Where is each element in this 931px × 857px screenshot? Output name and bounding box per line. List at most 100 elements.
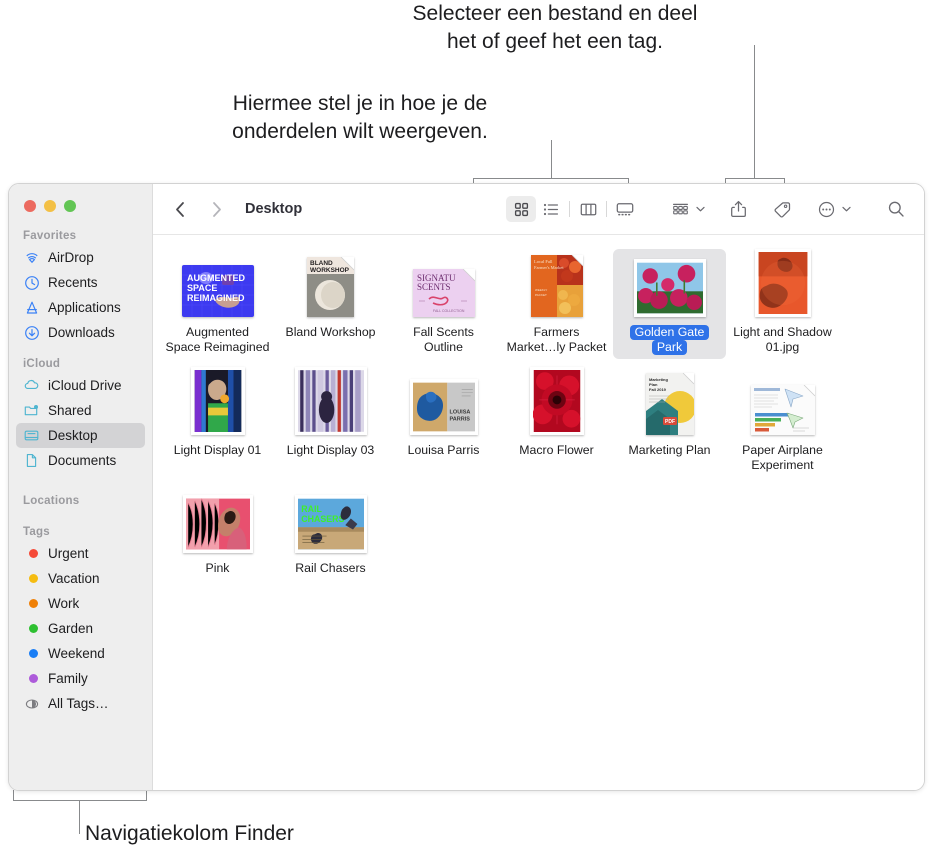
sidebar-item-label: Applications — [48, 300, 121, 315]
sidebar-item-documents[interactable]: Documents — [16, 448, 145, 473]
file-item-augmented-space-reimagined[interactable]: AUGMENTED SPACE REIMAGINED Augmented Space… — [161, 249, 274, 359]
more-actions-button[interactable] — [812, 196, 840, 222]
file-name-line: Macro Flower — [519, 443, 593, 458]
pink-thumbnail — [182, 495, 253, 553]
file-item-light-display-03[interactable]: Light Display 03 — [274, 367, 387, 477]
sidebar-item-tag-urgent[interactable]: Urgent — [16, 541, 145, 566]
sidebar-item-desktop[interactable]: Desktop — [16, 423, 145, 448]
svg-text:SPACE: SPACE — [187, 283, 217, 293]
sidebar-section-locations: Locations — [9, 495, 152, 510]
file-label: Macro Flower — [519, 443, 593, 458]
sidebar-item-tag-vacation[interactable]: Vacation — [16, 566, 145, 591]
shared-folder-icon — [23, 402, 40, 419]
sidebar-item-tag-work[interactable]: Work — [16, 591, 145, 616]
leader-bracket-view-top — [473, 178, 629, 180]
column-view-button[interactable] — [573, 196, 603, 222]
callout-share-tag-text: Selecteer een bestand en deel het of gee… — [412, 2, 698, 53]
tag-dot-icon — [23, 545, 40, 562]
forward-button[interactable] — [205, 198, 227, 220]
tag-dot-icon — [23, 670, 40, 687]
sidebar-item-label: Recents — [48, 275, 98, 290]
file-item-macro-flower[interactable]: Macro Flower — [500, 367, 613, 477]
sidebar-item-tag-family[interactable]: Family — [16, 666, 145, 691]
light-display-03-thumbnail — [294, 367, 367, 435]
sidebar-item-label: Documents — [48, 453, 117, 468]
file-label: Louisa Parris — [408, 443, 480, 458]
zoom-button[interactable] — [64, 200, 76, 212]
toolbar-divider — [569, 201, 570, 217]
sidebar-item-shared[interactable]: Shared — [16, 398, 145, 423]
svg-text:Fall 2019: Fall 2019 — [649, 387, 667, 392]
file-label: Marketing Plan — [628, 443, 710, 458]
file-name-line: Light Display 03 — [286, 443, 375, 457]
more-actions-chevron-down-icon[interactable] — [841, 196, 852, 222]
farmers-market-packet-thumbnail: Local Fall Farmer's Market WEEKLY PACKET — [530, 254, 583, 317]
file-item-farmers-market-packet[interactable]: Local Fall Farmer's Market WEEKLY PACKET Fa… — [500, 249, 613, 359]
svg-text:PDF: PDF — [665, 419, 675, 425]
file-label: Light and Shadow 01.jpg — [733, 325, 831, 355]
share-button[interactable] — [724, 196, 752, 222]
gallery-view-button[interactable] — [610, 196, 640, 222]
file-thumbnail-wrapper: RAIL CHASERS — [276, 491, 385, 553]
leader-bracket-sidebar-right — [146, 790, 148, 801]
rail-chasers-thumbnail: RAIL CHASERS — [294, 495, 367, 553]
file-item-fall-scents-outline[interactable]: SIGNATU SCENTS FALL COLLECTION Fall Scents… — [387, 249, 500, 359]
all-tags-icon — [23, 695, 40, 712]
file-name-line: Pink — [205, 561, 230, 575]
downloads-icon — [23, 324, 40, 341]
file-item-light-display-01[interactable]: Light Display 01 — [161, 367, 274, 477]
svg-text:PACKET: PACKET — [535, 293, 547, 297]
file-name-text: Macro Flower — [519, 443, 594, 457]
svg-text:AUGMENTED: AUGMENTED — [187, 273, 245, 283]
file-item-light-and-shadow-01[interactable]: Light and Shadow 01.jpg — [726, 249, 839, 359]
file-name-line: Augmented — [186, 325, 249, 339]
window-controls — [9, 184, 152, 212]
sidebar-item-recents[interactable]: Recents — [16, 270, 145, 295]
file-name-text: Farmers — [533, 325, 580, 339]
file-item-pink[interactable]: Pink — [161, 485, 274, 580]
file-grid: AUGMENTED SPACE REIMAGINED Augmented Space… — [153, 235, 924, 790]
back-button[interactable] — [169, 198, 191, 220]
path-title: Desktop — [245, 201, 303, 217]
file-label: Light Display 03 — [287, 443, 375, 458]
sidebar-item-icloud-drive[interactable]: iCloud Drive — [16, 373, 145, 398]
file-thumbnail-wrapper — [502, 367, 611, 435]
close-button[interactable] — [24, 200, 36, 212]
file-name-line: Outline — [424, 340, 463, 354]
sidebar-item-downloads[interactable]: Downloads — [16, 320, 145, 345]
sidebar-item-label: Urgent — [48, 546, 89, 561]
tag-dot-icon — [23, 645, 40, 662]
file-item-bland-workshop[interactable]: BLAND WORKSHOP Bland Workshop — [274, 249, 387, 359]
file-name-text: Fall Scents — [413, 325, 474, 339]
sidebar-item-applications[interactable]: Applications — [16, 295, 145, 320]
sidebar-group-title-favorites: Favorites — [23, 230, 77, 242]
group-items-button[interactable] — [666, 196, 694, 222]
file-thumbnail-wrapper — [163, 367, 272, 435]
minimize-button[interactable] — [44, 200, 56, 212]
file-item-marketing-plan[interactable]: Marketing Plan Fall 2019 PDF Marketing Plan — [613, 367, 726, 477]
sidebar-item-tag-weekend[interactable]: Weekend — [16, 641, 145, 666]
list-view-button[interactable] — [536, 196, 566, 222]
tag-button[interactable] — [768, 196, 796, 222]
file-name-line: Experiment — [751, 458, 814, 472]
sidebar-item-tag-garden[interactable]: Garden — [16, 616, 145, 641]
file-name-text: Golden Gate — [634, 325, 705, 339]
file-item-rail-chasers[interactable]: RAIL CHASERS Rail Chasers — [274, 485, 387, 580]
file-item-paper-airplane-experiment[interactable]: Paper Airplane Experiment — [726, 367, 839, 477]
file-label: Paper Airplane Experiment — [742, 443, 823, 473]
file-item-golden-gate-park[interactable]: Golden Gate Park — [613, 249, 726, 359]
leader-bracket-share-top — [725, 178, 785, 180]
file-item-louisa-parris[interactable]: LOUISA PARRIS Louisa Parris — [387, 367, 500, 477]
icon-view-button[interactable] — [506, 196, 536, 222]
file-name-line: Golden Gate — [629, 325, 710, 340]
file-label: Golden Gate Park — [629, 325, 710, 355]
file-label: Fall Scents Outline — [413, 325, 474, 355]
file-name-line: Park — [651, 340, 688, 355]
group-items-chevron-down-icon[interactable] — [695, 196, 706, 222]
tag-dot-icon — [23, 595, 40, 612]
sidebar-item-airdrop[interactable]: AirDrop — [16, 245, 145, 270]
sidebar-item-all-tags[interactable]: All Tags… — [16, 691, 145, 716]
file-thumbnail-wrapper: AUGMENTED SPACE REIMAGINED — [163, 255, 272, 317]
search-button[interactable] — [882, 196, 910, 222]
sidebar-item-label: AirDrop — [48, 250, 94, 265]
